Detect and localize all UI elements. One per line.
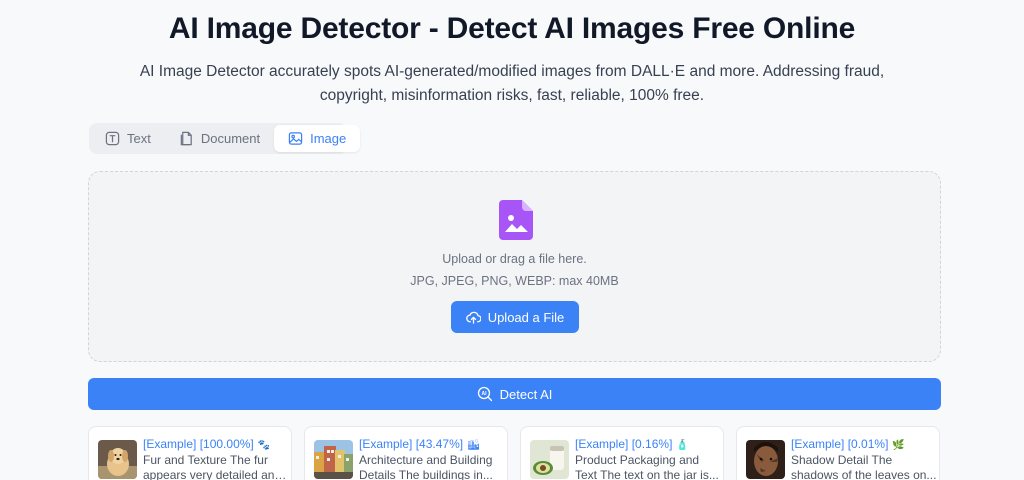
example-tag: [Example] (359, 437, 413, 451)
example-score: [0.01%] (847, 437, 889, 451)
example-score: [100.00%] (199, 437, 254, 451)
example-thumbnail-dog (98, 440, 137, 479)
example-score: [43.47%] (415, 437, 464, 451)
image-icon (288, 132, 303, 145)
text-icon (105, 131, 120, 146)
tab-image[interactable]: Image (274, 125, 361, 152)
tab-text-label: Text (127, 131, 151, 146)
example-card[interactable]: [Example] [0.16%] 🧴 Product Packaging and… (520, 426, 724, 480)
example-tag: [Example] (575, 437, 629, 451)
mode-tabs: Text Document Image (89, 123, 361, 154)
paw-icon: 🐾 (257, 440, 271, 451)
example-thumbnail-city (314, 440, 353, 479)
tab-document[interactable]: Document (165, 125, 274, 152)
upload-dropzone[interactable]: Upload or drag a file here. JPG, JPEG, P… (88, 171, 941, 362)
city-icon: 🏙 (467, 440, 480, 451)
example-description: Architecture and Building Details The bu… (359, 453, 493, 480)
leaf-icon: 🌿 (892, 440, 905, 451)
example-thumbnail-portrait (746, 440, 785, 479)
tab-document-label: Document (200, 131, 261, 146)
ai-search-icon: AI (477, 386, 492, 402)
upload-prompt: Upload or drag a file here. (442, 252, 587, 266)
page-title: AI Image Detector - Detect AI Images Fre… (168, 12, 856, 45)
lotion-bottle-icon: 🧴 (676, 440, 689, 451)
example-description: Fur and Texture The fur appears very det… (143, 453, 282, 480)
example-tag: [Example] (791, 437, 845, 451)
example-list: [Example] [100.00%] 🐾 Fur and Texture The… (88, 426, 941, 480)
upload-file-label: Upload a File (487, 309, 565, 325)
example-card[interactable]: [Example] [100.00%] 🐾 Fur and Texture The… (88, 426, 292, 480)
tab-text[interactable]: Text (91, 125, 165, 152)
example-card[interactable]: [Example] [0.01%] 🌿 Shadow Detail The sha… (736, 426, 940, 480)
upload-file-button[interactable]: Upload a File (451, 301, 579, 333)
example-tag: [Example] (143, 437, 197, 451)
example-card[interactable]: [Example] [43.47%] 🏙 Architecture and Bui… (304, 426, 508, 480)
example-score: [0.16%] (631, 437, 673, 451)
example-description: Product Packaging and Text The text on t… (575, 453, 719, 480)
image-file-icon (499, 200, 533, 240)
tab-image-label: Image (310, 131, 347, 146)
detect-ai-label: Detect AI (499, 386, 553, 402)
document-icon (180, 131, 192, 146)
detect-ai-button[interactable]: AI Detect AI (88, 378, 941, 410)
example-description: Shadow Detail The shadows of the leaves … (791, 453, 937, 480)
cloud-upload-icon (465, 311, 481, 324)
upload-formats: JPG, JPEG, PNG, WEBP: max 40MB (410, 274, 619, 288)
example-thumbnail-product (530, 440, 569, 479)
svg-text:AI: AI (481, 391, 487, 397)
page-subtitle: AI Image Detector accurately spots AI-ge… (139, 63, 885, 104)
